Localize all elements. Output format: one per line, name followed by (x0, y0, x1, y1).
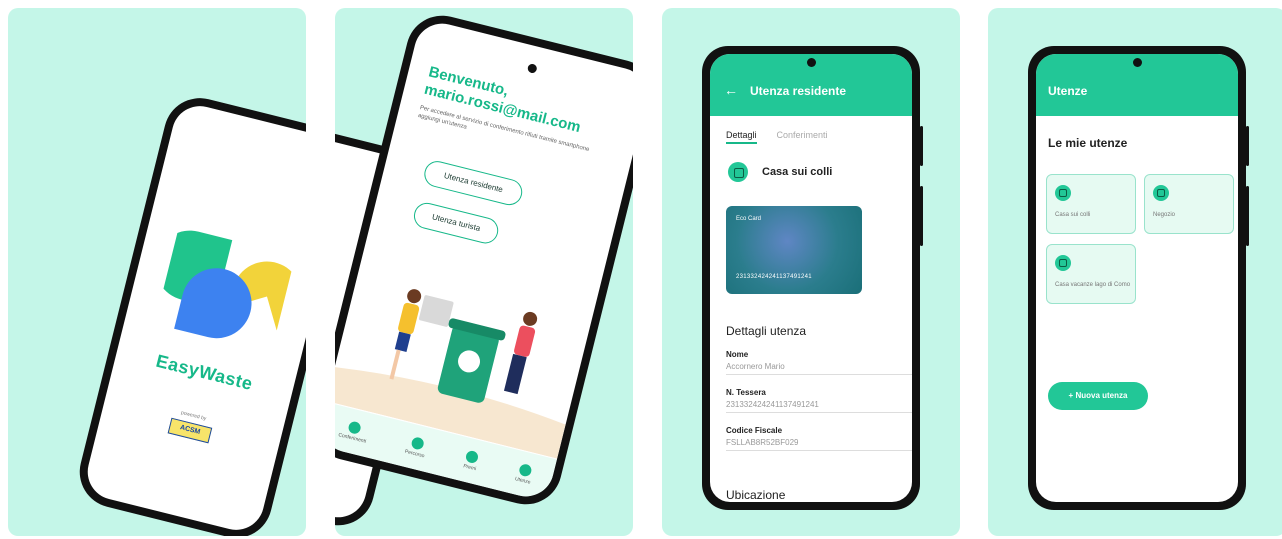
tourist-button[interactable]: Utenza turista (411, 200, 501, 247)
tab-dettagli[interactable]: Dettagli (726, 130, 757, 144)
place-name: Casa sui colli (762, 166, 833, 178)
shop-icon (1153, 185, 1169, 201)
home-icon (518, 462, 533, 478)
volume-button (1246, 186, 1249, 246)
tile-label: Negozio (1153, 212, 1176, 218)
field-value-tessera: 231332424241137491241 (726, 400, 912, 413)
power-button (920, 126, 923, 166)
bin-icon (347, 420, 363, 436)
eco-card[interactable]: Eco Card 231332424241137491241 (726, 206, 862, 294)
back-arrow-icon[interactable]: ← (724, 82, 738, 98)
nav-item-utenze[interactable]: Utenze (514, 462, 534, 486)
utenza-tile[interactable]: Casa sui colli (1046, 174, 1136, 234)
utenza-detail-screen: ← Utenza residente Dettagli Conferimenti… (710, 54, 912, 502)
phone-frame: ← Utenza residente Dettagli Conferimenti… (702, 46, 923, 510)
phone-frame: EasyWaste powered by ACSM (72, 90, 306, 536)
tile-label: Casa sui colli (1055, 212, 1091, 218)
card-label: Eco Card (736, 216, 762, 222)
camera-notch (1133, 58, 1142, 67)
camera-notch (807, 58, 816, 67)
globe-icon (1055, 255, 1071, 271)
tile-label: Casa vacanze lago di Como (1055, 282, 1131, 288)
field-value-nome: Accornero Mario (726, 362, 912, 375)
location-title: Ubicazione (726, 488, 786, 502)
building-icon (728, 162, 748, 182)
screenshot-panel-utenza-detail: ← Utenza residente Dettagli Conferimenti… (662, 8, 960, 536)
section-heading: Le mie utenze (1048, 136, 1128, 150)
nav-item-conferimenti[interactable]: Conferimenti (337, 418, 370, 445)
gift-icon (465, 449, 480, 465)
field-label-codice-fiscale: Codice Fiscale (726, 426, 783, 435)
route-icon (410, 436, 425, 451)
utenza-tile[interactable]: Negozio (1144, 174, 1234, 234)
nav-item-percorso[interactable]: Percorso (404, 435, 428, 459)
nav-label: Premi (462, 463, 477, 473)
utenze-list-screen: Utenze Le mie utenze Casa sui colli Nego… (1036, 54, 1238, 502)
page-title: Utenze (1048, 84, 1088, 98)
resident-button[interactable]: Utenza residente (421, 158, 525, 208)
card-number: 231332424241137491241 (736, 274, 812, 280)
nav-label: Utenze (514, 476, 532, 486)
volume-button (920, 186, 923, 246)
screenshot-panel-splash: EasyWaste powered by ACSM (8, 8, 306, 536)
details-title: Dettagli utenza (726, 324, 807, 338)
camera-notch (526, 63, 538, 74)
new-utenza-button[interactable]: + Nuova utenza (1048, 382, 1148, 410)
splash-screen: EasyWaste powered by ACSM (81, 100, 306, 536)
screenshot-panel-welcome: Benvenuto, mario.rossi@mail.com Per acce… (335, 8, 633, 536)
nav-label: Percorso (404, 448, 426, 460)
field-label-tessera: N. Tessera (726, 388, 766, 397)
phone-frame: Utenze Le mie utenze Casa sui colli Nego… (1028, 46, 1249, 510)
tab-bar: Dettagli Conferimenti (726, 130, 828, 144)
screenshot-panel-utenze-list: Utenze Le mie utenze Casa sui colli Nego… (988, 8, 1282, 536)
app-logo (154, 230, 297, 339)
utenza-tile[interactable]: Casa vacanze lago di Como (1046, 244, 1136, 304)
nav-label: Conferimenti (337, 432, 367, 445)
nav-item-premi[interactable]: Premi (462, 449, 481, 473)
phone-frame: Benvenuto, mario.rossi@mail.com Per acce… (335, 8, 633, 512)
tab-conferimenti[interactable]: Conferimenti (777, 130, 828, 144)
power-button (1246, 126, 1249, 166)
field-value-codice-fiscale: FSLLAB8R52BF029 (726, 438, 912, 451)
page-title: Utenza residente (750, 84, 847, 98)
welcome-screen: Benvenuto, mario.rossi@mail.com Per acce… (335, 17, 633, 503)
building-icon (1055, 185, 1071, 201)
field-label-nome: Nome (726, 350, 749, 359)
